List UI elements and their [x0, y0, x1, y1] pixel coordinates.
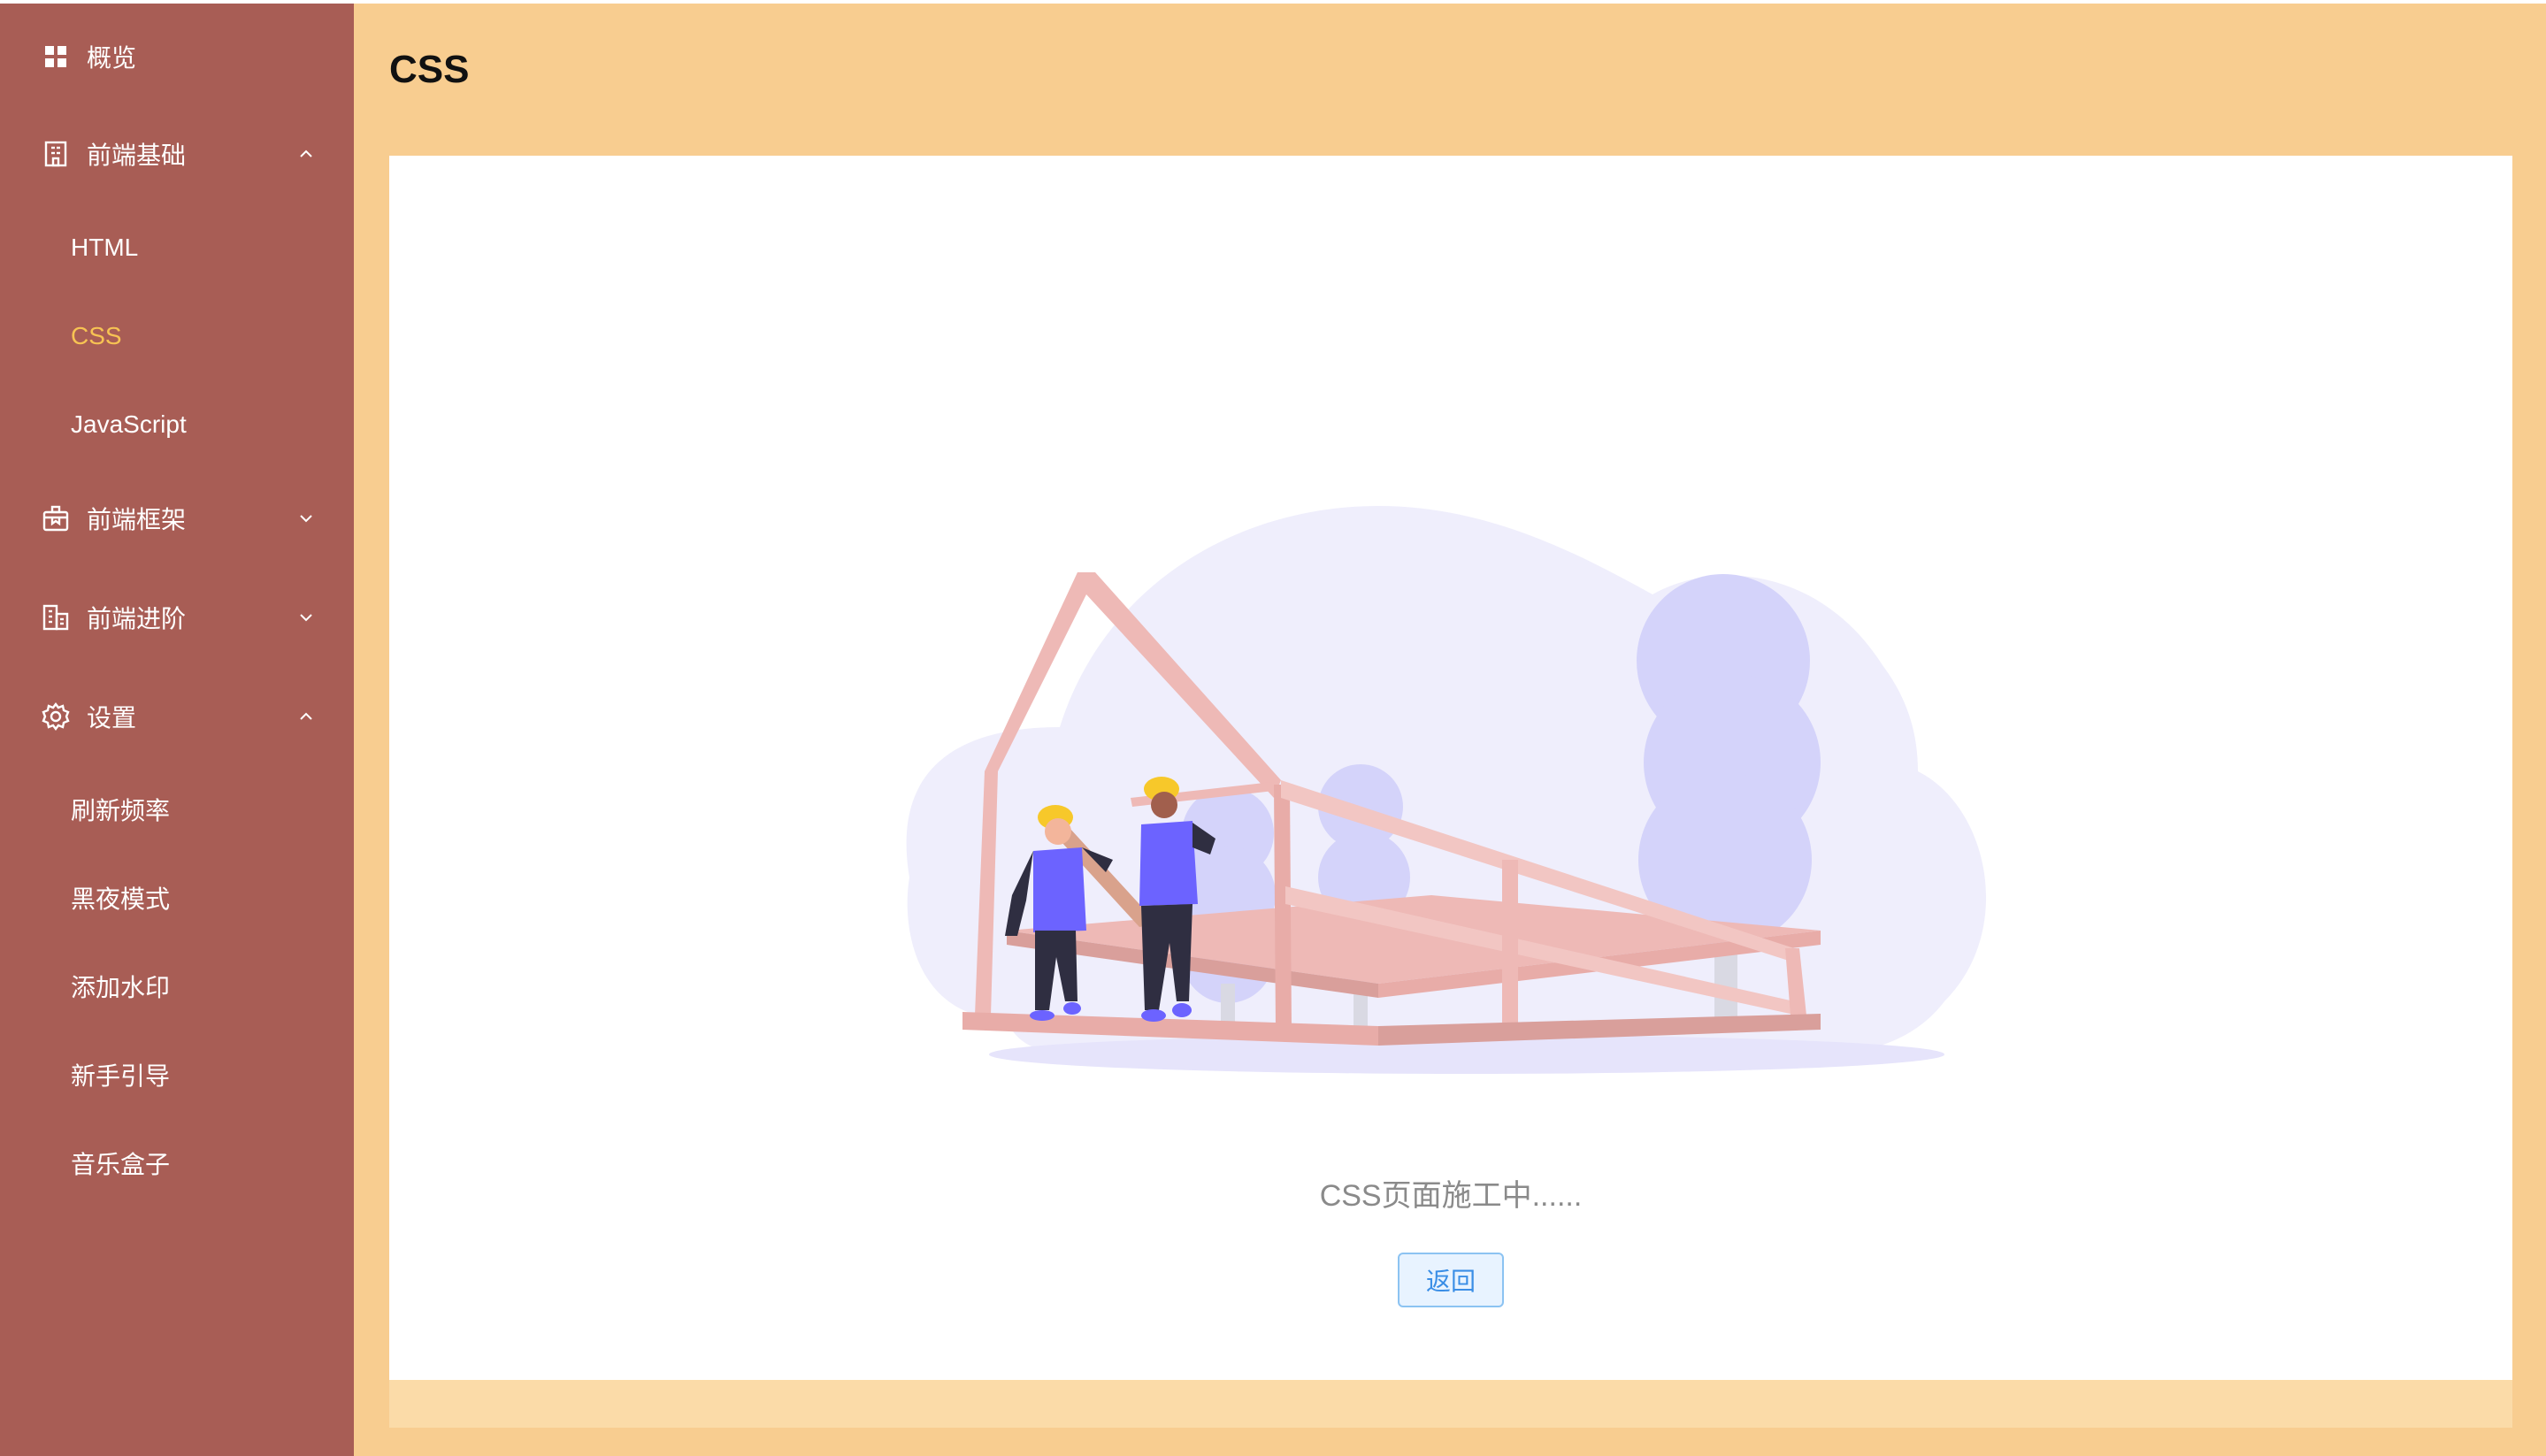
sidebar-subitem-label: 新手引导	[71, 1062, 171, 1090]
sidebar-subitem-label: 刷新频率	[71, 797, 171, 824]
sidebar-subitem-guide[interactable]: 新手引导	[0, 1039, 354, 1110]
building-icon	[41, 139, 71, 169]
chevron-up-icon	[295, 706, 317, 727]
sidebar-item-frontend-frameworks[interactable]: 前端框架	[0, 483, 354, 554]
sidebar-subitem-css[interactable]: CSS	[0, 301, 354, 372]
chevron-down-icon	[295, 607, 317, 628]
sidebar-item-label: 概览	[87, 44, 137, 72]
sidebar-item-label: 前端进阶	[87, 605, 187, 632]
sidebar-item-settings[interactable]: 设置	[0, 681, 354, 752]
sidebar-item-label: 设置	[87, 704, 137, 732]
sidebar-item-label: 前端框架	[87, 506, 187, 533]
sidebar-subitem-dark-mode[interactable]: 黑夜模式	[0, 862, 354, 933]
sidebar: 概览 前端基础 HTML CSS JavaScript 前端框架 前端进阶 设置…	[0, 4, 354, 1456]
sidebar-subitem-javascript[interactable]: JavaScript	[0, 389, 354, 460]
gear-icon	[41, 701, 71, 732]
chevron-up-icon	[295, 143, 317, 165]
sidebar-subitem-music-box[interactable]: 音乐盒子	[0, 1128, 354, 1199]
content-card: CSS页面施工中...... 返回	[389, 156, 2512, 1380]
sidebar-subitem-label: HTML	[71, 234, 139, 261]
sidebar-subitem-label: CSS	[71, 322, 122, 349]
sidebar-subitem-label: JavaScript	[71, 410, 187, 438]
sidebar-item-frontend-advanced[interactable]: 前端进阶	[0, 582, 354, 653]
sidebar-item-frontend-basics[interactable]: 前端基础	[0, 119, 354, 189]
grid-icon	[41, 42, 71, 72]
under-construction-illustration	[906, 506, 1987, 1074]
sidebar-subitem-label: 添加水印	[71, 974, 171, 1001]
sidebar-subitem-refresh-rate[interactable]: 刷新频率	[0, 774, 354, 845]
box-icon	[41, 503, 71, 533]
sidebar-item-overview[interactable]: 概览	[0, 21, 354, 92]
office-icon	[41, 602, 71, 632]
back-button[interactable]: 返回	[1398, 1253, 1504, 1307]
main-content: CSS CSS页面施工中...... 返回	[354, 4, 2546, 1456]
sidebar-item-label: 前端基础	[87, 142, 187, 169]
sidebar-subitem-label: 黑夜模式	[71, 885, 171, 913]
sidebar-subitem-watermark[interactable]: 添加水印	[0, 951, 354, 1022]
status-text: CSS页面施工中......	[1319, 1179, 1583, 1213]
footer-strip	[389, 1380, 2512, 1428]
sidebar-subitem-label: 音乐盒子	[71, 1151, 171, 1178]
chevron-down-icon	[295, 508, 317, 529]
page-title: CSS	[389, 48, 470, 91]
sidebar-subitem-html[interactable]: HTML	[0, 212, 354, 283]
